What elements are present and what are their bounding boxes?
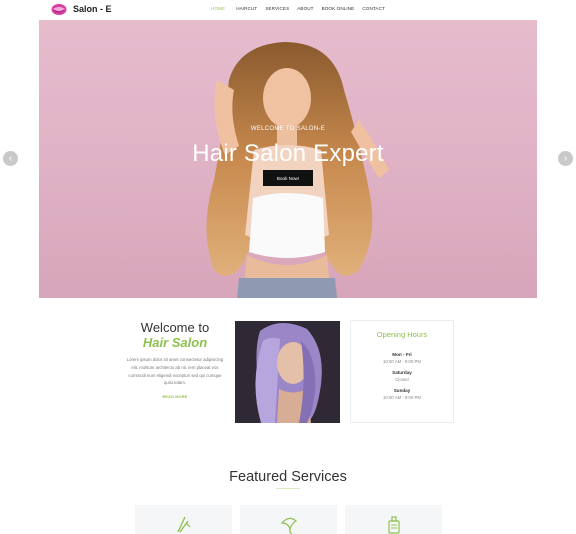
site-header: Salon - E HOME HAIRCUT SERVICES ABOUT BO…	[0, 0, 576, 20]
nav-haircut[interactable]: HAIRCUT	[236, 6, 257, 16]
opening-hours-card: Opening Hours Mon - Fri 10:00 AM - 8:00 …	[350, 320, 454, 423]
hours-row: Saturday Closed	[351, 370, 453, 382]
welcome-heading: Welcome to	[140, 320, 210, 335]
hours-time: 10:00 AM - 8:00 PM	[383, 359, 421, 364]
nav-about[interactable]: ABOUT	[297, 6, 313, 16]
featured-services-title: Featured Services	[229, 469, 347, 485]
nav-book-online[interactable]: BOOK ONLINE	[322, 6, 355, 16]
hours-day: Saturday	[392, 370, 412, 375]
salon-photo	[235, 321, 340, 423]
book-now-button[interactable]: Book Now!	[263, 170, 313, 186]
hours-day: Sunday	[393, 388, 411, 393]
service-card[interactable]	[240, 505, 337, 534]
hours-time: Closed	[395, 377, 409, 382]
welcome-section: Welcome to Hair Salon Lorem ipsum dolor …	[124, 320, 226, 399]
chevron-left-icon[interactable]: ‹	[3, 151, 18, 166]
site-brand[interactable]: Salon - E	[73, 4, 112, 14]
hero-slider: WELCOME TO SALON-E Hair Salon Expert Boo…	[39, 20, 537, 298]
hours-time: 10:00 AM - 8:00 PM	[383, 395, 421, 400]
hero-subtitle: WELCOME TO SALON-E	[250, 126, 326, 132]
nav-services[interactable]: SERVICES	[265, 6, 289, 16]
nav-home[interactable]: HOME	[211, 6, 225, 16]
hours-day: Mon - Fri	[392, 352, 412, 357]
service-card[interactable]	[135, 505, 232, 534]
hours-row: Mon - Fri 10:00 AM - 8:00 PM	[351, 352, 453, 364]
lips-icon[interactable]	[51, 3, 67, 16]
hours-row: Sunday 10:00 AM - 8:00 PM	[351, 388, 453, 400]
purple-hair-model-image	[235, 321, 340, 423]
chevron-right-icon[interactable]: ›	[558, 151, 573, 166]
opening-hours-title: Opening Hours	[376, 330, 428, 339]
hero-title: Hair Salon Expert	[192, 140, 384, 167]
bottle-icon	[388, 516, 400, 534]
title-divider	[276, 488, 300, 489]
straightener-icon	[177, 516, 191, 533]
welcome-text: Lorem ipsum dolor sit amet consectetur a…	[126, 357, 224, 386]
welcome-heading-accent: Hair Salon	[142, 335, 208, 350]
opening-hours-list: Mon - Fri 10:00 AM - 8:00 PM Saturday Cl…	[351, 352, 453, 406]
nav-contact[interactable]: CONTACT	[362, 6, 385, 16]
main-nav: HOME HAIRCUT SERVICES ABOUT BOOK ONLINE …	[211, 6, 385, 16]
face-icon	[280, 517, 298, 534]
service-card[interactable]	[345, 505, 442, 534]
read-more-link[interactable]: READ MORE	[124, 395, 226, 399]
